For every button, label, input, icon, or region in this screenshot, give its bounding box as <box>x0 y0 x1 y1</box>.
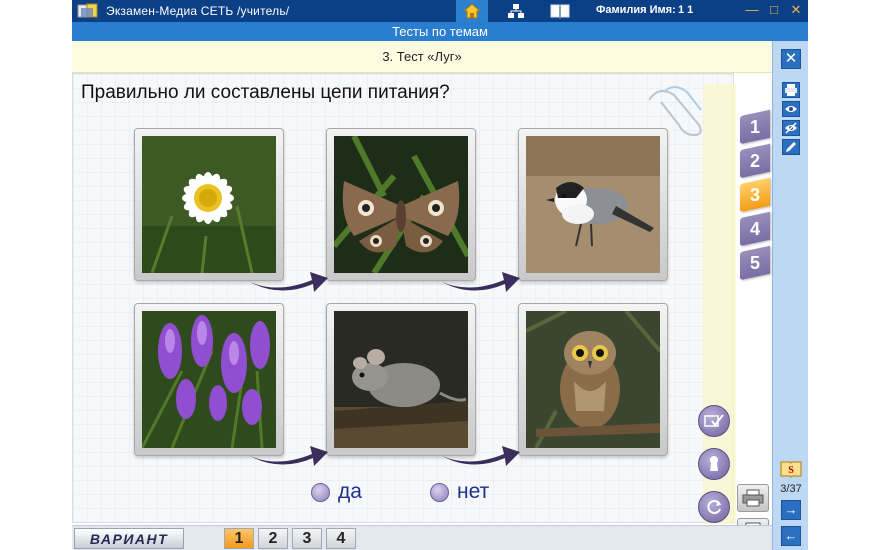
app-title: Экзамен-Медиа СЕТЬ /учитель/ <box>106 4 290 18</box>
question-tabs: 1 2 3 4 5 <box>736 73 772 523</box>
pencil-tool-button[interactable] <box>782 139 800 155</box>
food-chain-image-daisy <box>134 128 284 281</box>
hide-answer-button[interactable] <box>782 120 800 136</box>
answer-radio[interactable] <box>430 482 449 502</box>
answer-label: да <box>338 480 362 503</box>
test-title: 3. Тест «Луг» <box>72 41 772 73</box>
check-answer-button[interactable] <box>698 405 730 437</box>
book-icon <box>550 4 570 19</box>
refresh-icon <box>707 500 721 514</box>
food-chain-image-wagtail <box>518 128 668 281</box>
hint-button[interactable] <box>698 448 730 480</box>
question-tab-5[interactable]: 5 <box>740 245 770 281</box>
food-chain-image-moth <box>326 128 476 281</box>
home-icon <box>463 3 481 19</box>
show-answer-button[interactable] <box>782 101 800 117</box>
home-button[interactable] <box>456 0 488 22</box>
close-test-button[interactable]: ✕ <box>781 49 801 69</box>
title-bar: Экзамен-Медиа СЕТЬ /учитель/ Фамилия Имя… <box>72 0 808 22</box>
user-name: 1 1 <box>678 4 694 16</box>
minimize-button[interactable]: — <box>744 2 760 18</box>
chain-arrow-5-6 <box>442 446 520 466</box>
variant-tab-2[interactable]: 2 <box>258 528 288 549</box>
chain-arrow-4-5 <box>250 446 328 466</box>
dictionary-icon[interactable]: S <box>780 459 802 479</box>
svg-text:S: S <box>788 465 794 476</box>
nav-icons <box>456 0 588 22</box>
prev-question-button[interactable]: ← <box>781 526 801 546</box>
question-counter: 3/37 <box>780 483 802 495</box>
book-button[interactable] <box>544 0 576 22</box>
variant-tab-3[interactable]: 3 <box>292 528 322 549</box>
answer-option-no[interactable]: нет <box>430 480 489 504</box>
right-tool-panel: ✕ S 3/37 → ← <box>772 41 808 550</box>
question-text: Правильно ли составлены цепи питания? <box>81 82 450 103</box>
answer-radio[interactable] <box>311 482 330 502</box>
chain-arrow-2-3 <box>442 272 520 292</box>
food-chain-image-vetch <box>134 303 284 456</box>
print-tool-button[interactable] <box>782 82 800 98</box>
eye-icon <box>785 106 797 112</box>
structure-button[interactable] <box>500 0 532 22</box>
structure-icon <box>508 4 524 18</box>
reset-button[interactable] <box>698 491 730 523</box>
variant-bar: ВАРИАНТ 1 2 3 4 <box>72 525 772 550</box>
printer-icon <box>742 489 764 507</box>
eye-crossed-icon <box>785 122 797 134</box>
check-icon <box>704 414 724 427</box>
maximize-button[interactable]: □ <box>766 2 782 18</box>
question-tab-4[interactable]: 4 <box>740 211 770 247</box>
pencil-icon <box>786 142 796 152</box>
question-tab-1[interactable]: 1 <box>740 109 770 145</box>
close-window-button[interactable]: ✕ <box>788 2 804 18</box>
chain-arrow-1-2 <box>250 272 328 292</box>
app-window: Экзамен-Медиа СЕТЬ /учитель/ Фамилия Имя… <box>0 0 880 550</box>
section-title: Тесты по темам <box>72 22 808 41</box>
food-chain-image-owl <box>518 303 668 456</box>
next-question-button[interactable]: → <box>781 500 801 520</box>
question-tab-2[interactable]: 2 <box>740 143 770 179</box>
variant-tab-4[interactable]: 4 <box>326 528 356 549</box>
keyhole-icon <box>710 456 718 471</box>
print-button[interactable] <box>737 484 769 512</box>
variant-label: ВАРИАНТ <box>74 528 184 549</box>
app-logo-icon <box>76 2 100 20</box>
question-tab-3[interactable]: 3 <box>740 177 770 213</box>
variant-tab-1[interactable]: 1 <box>224 528 254 549</box>
answer-label: нет <box>457 480 490 503</box>
answer-option-yes[interactable]: да <box>311 480 362 504</box>
printer-icon <box>785 84 797 96</box>
food-chain-image-mouse <box>326 303 476 456</box>
user-label: Фамилия Имя: <box>596 4 676 16</box>
